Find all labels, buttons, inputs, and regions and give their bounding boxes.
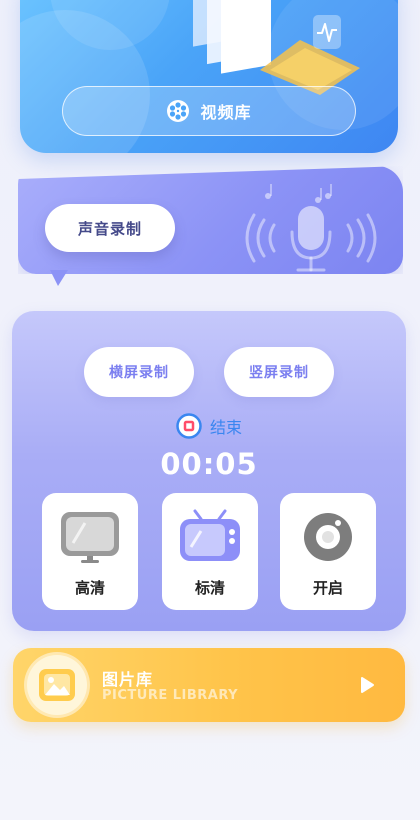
picture-library-title: 图片库 — [102, 670, 154, 689]
picture-library-bar[interactable]: 图片库 PICTURE LIBRARY — [13, 648, 405, 722]
hd-quality-label: 高清 — [74, 579, 105, 597]
record-panel: 横屏录制 竖屏录制 结束 00:05 高清 标清 开启 — [12, 311, 406, 631]
sd-quality-label: 标清 — [194, 579, 225, 597]
speech-bubble-tail — [50, 270, 68, 286]
picture-library-subtitle: PICTURE LIBRARY — [102, 688, 239, 703]
record-knob-icon — [304, 513, 352, 561]
sound-record-label: 声音录制 — [77, 219, 142, 238]
start-record-option[interactable]: 开启 — [280, 493, 376, 610]
stop-record-label[interactable]: 结束 — [210, 414, 242, 438]
audio-wave-icon — [313, 15, 341, 49]
monitor-icon — [61, 512, 119, 563]
image-icon — [39, 669, 75, 701]
tv-icon — [180, 509, 240, 561]
sd-quality-option[interactable]: 标清 — [162, 493, 258, 610]
start-record-label: 开启 — [312, 579, 343, 597]
microphone-icon — [245, 184, 377, 272]
portrait-record-label: 竖屏录制 — [249, 365, 309, 381]
landscape-record-label: 横屏录制 — [109, 365, 169, 381]
stop-record-control[interactable]: 结束 — [12, 411, 406, 441]
video-library-card: 视频库 — [20, 0, 398, 153]
film-reel-icon — [167, 100, 190, 122]
portrait-record-button[interactable]: 竖屏录制 — [224, 347, 334, 397]
landscape-record-button[interactable]: 横屏录制 — [84, 347, 194, 397]
stop-record-icon[interactable] — [176, 413, 202, 439]
picture-library-icon-wrap — [27, 655, 87, 715]
sound-record-button[interactable]: 声音录制 — [45, 204, 175, 252]
video-library-label: 视频库 — [200, 103, 252, 122]
play-arrow-icon[interactable] — [359, 676, 375, 694]
sound-record-card: 声音录制 — [18, 166, 403, 288]
video-library-button[interactable]: 视频库 — [62, 86, 356, 136]
record-timer: 00:05 — [160, 447, 258, 481]
hd-quality-option[interactable]: 高清 — [42, 493, 138, 610]
